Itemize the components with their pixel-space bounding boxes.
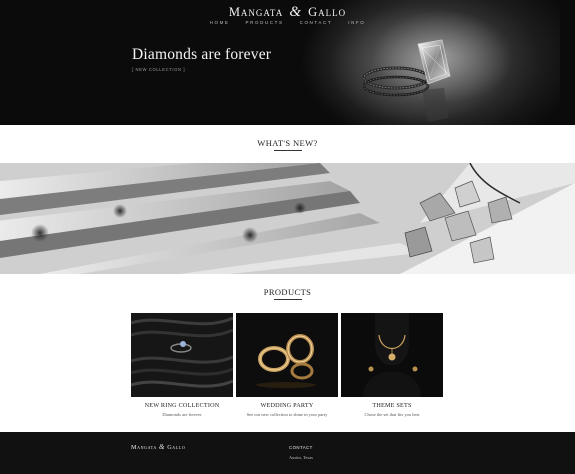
- logo-ampersand: &: [289, 4, 303, 20]
- gold-rings-image: [236, 313, 338, 397]
- products-heading: PRODUCTS: [0, 287, 575, 300]
- hero-subtitle-link[interactable]: [ NEW COLLECTION ]: [132, 67, 185, 72]
- product-description: See our new collection to shine in your …: [246, 412, 328, 417]
- footer-contact-heading: CONTACT: [289, 445, 313, 450]
- product-image-theme-sets[interactable]: [341, 313, 443, 397]
- site-logo[interactable]: Mangata & Gallo: [0, 4, 575, 21]
- site-footer: Mangata & Gallo CONTACT Austin, Texas: [0, 432, 575, 474]
- product-image-ring[interactable]: [131, 313, 233, 397]
- main-nav: HOME PRODUCTS CONTACT INFO: [0, 20, 575, 25]
- footer-logo-ampersand: &: [158, 443, 166, 451]
- heading-underline: [273, 299, 302, 300]
- products-heading-text: PRODUCTS: [263, 287, 312, 297]
- hero-ring-image: [362, 39, 451, 122]
- product-name[interactable]: THEME SETS: [341, 402, 443, 409]
- heading-underline: [273, 150, 302, 151]
- hero-section: Mangata & Gallo HOME PRODUCTS CONTACT IN…: [0, 0, 575, 125]
- nav-products[interactable]: PRODUCTS: [246, 20, 284, 25]
- product-name[interactable]: NEW RING COLLECTION: [131, 402, 233, 409]
- footer-contact-address: Austin, Texas: [289, 455, 314, 460]
- hero-title: Diamonds are forever: [132, 46, 272, 63]
- footer-logo-word-left: Mangata: [131, 444, 157, 451]
- product-image-wedding[interactable]: [236, 313, 338, 397]
- footer-logo[interactable]: Mangata & Gallo: [131, 443, 185, 451]
- whats-new-heading-text: WHAT'S NEW?: [257, 138, 318, 148]
- jewelry-tray-illustration: [0, 163, 575, 274]
- logo-word-right: Gallo: [308, 5, 347, 19]
- products-grid: NEW RING COLLECTION Diamonds are forever…: [131, 313, 443, 423]
- nav-contact[interactable]: CONTACT: [300, 20, 333, 25]
- product-card-wedding-party[interactable]: WEDDING PARTY See our new collection to …: [236, 313, 338, 417]
- logo-word-left: Mangata: [228, 5, 284, 19]
- necklace-bust-image: [341, 313, 443, 397]
- product-description: Diamonds are forever: [162, 412, 202, 417]
- nav-info[interactable]: INFO: [348, 20, 365, 25]
- nav-home[interactable]: HOME: [210, 20, 230, 25]
- product-description: Chose the set that fits you best: [364, 412, 420, 417]
- ring-on-fabric-image: [131, 313, 233, 397]
- whats-new-heading: WHAT'S NEW?: [0, 138, 575, 151]
- whats-new-banner-image[interactable]: [0, 163, 575, 274]
- product-name[interactable]: WEDDING PARTY: [236, 402, 338, 409]
- footer-logo-word-right: Gallo: [167, 444, 186, 451]
- product-card-theme-sets[interactable]: THEME SETS Chose the set that fits you b…: [341, 313, 443, 417]
- product-card-ring-collection[interactable]: NEW RING COLLECTION Diamonds are forever: [131, 313, 233, 417]
